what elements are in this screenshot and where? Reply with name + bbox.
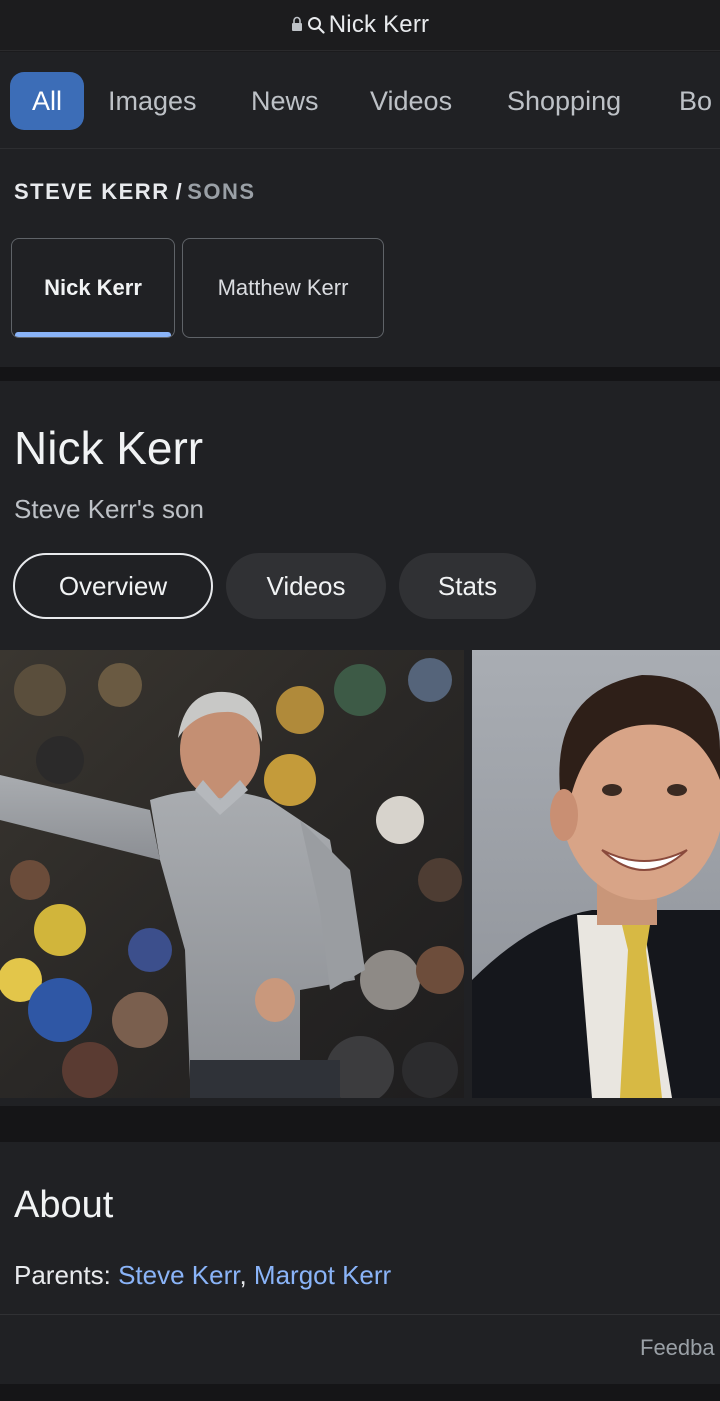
about-section: About Parents: Steve Kerr, Margot Kerr — [0, 1142, 720, 1314]
feedback-link[interactable]: Feedba — [640, 1335, 715, 1361]
parents-line: Parents: Steve Kerr, Margot Kerr — [14, 1260, 391, 1291]
tab-all[interactable]: All — [10, 72, 84, 130]
entity-title: Nick Kerr — [14, 422, 204, 474]
tab-news[interactable]: News — [251, 72, 319, 130]
parents-label: Parents: — [14, 1260, 119, 1290]
tab-stats[interactable]: Stats — [399, 553, 536, 619]
sons-carousel: STEVE KERR / SONS Nick Kerr Matthew Kerr — [0, 149, 720, 367]
knowledge-panel-header: Nick Kerr Steve Kerr's son Overview Vide… — [0, 381, 720, 636]
tab-shopping[interactable]: Shopping — [507, 72, 621, 130]
section-divider — [0, 1384, 720, 1401]
son-headshot-image — [472, 650, 720, 1098]
son-chip-matthew-kerr[interactable]: Matthew Kerr — [182, 238, 384, 338]
son-chip-label: Nick Kerr — [44, 275, 142, 300]
address-text[interactable]: Nick Kerr — [329, 11, 429, 39]
son-chip-label: Matthew Kerr — [217, 275, 349, 300]
coach-photo[interactable] — [0, 650, 464, 1098]
pill-label: Overview — [58, 570, 168, 601]
coach-photo-image — [0, 650, 464, 1098]
breadcrumb-separator: / — [175, 179, 184, 204]
breadcrumb-current: SONS — [187, 179, 256, 204]
pill-label: Videos — [266, 570, 346, 601]
son-chip-nick-kerr[interactable]: Nick Kerr — [11, 238, 175, 338]
lock-icon — [291, 16, 302, 31]
search-icon — [307, 17, 325, 34]
parent-link-steve-kerr[interactable]: Steve Kerr — [118, 1260, 239, 1290]
son-headshot-photo[interactable] — [472, 650, 720, 1098]
address-bar[interactable]: Nick Kerr — [0, 0, 720, 51]
breadcrumb: STEVE KERR / SONS — [14, 179, 256, 205]
section-divider — [0, 367, 720, 381]
entity-subtitle: Steve Kerr's son — [14, 494, 204, 524]
tab-videos[interactable]: Videos — [370, 72, 452, 130]
tab-overview[interactable]: Overview — [13, 553, 213, 619]
search-tabs: All Images News Videos Shopping Bo — [0, 52, 720, 149]
parents-separator: , — [239, 1260, 254, 1290]
parent-link-margot-kerr[interactable]: Margot Kerr — [254, 1260, 391, 1290]
pill-label: Stats — [437, 570, 498, 601]
image-carousel — [0, 636, 720, 1106]
tab-images[interactable]: Images — [108, 72, 197, 130]
about-heading: About — [14, 1184, 114, 1226]
feedback-bar: Feedba — [0, 1314, 720, 1385]
section-divider — [0, 1106, 720, 1142]
tab-entity-videos[interactable]: Videos — [226, 553, 386, 619]
tab-books[interactable]: Bo — [679, 72, 712, 130]
breadcrumb-parent[interactable]: STEVE KERR — [14, 179, 170, 204]
